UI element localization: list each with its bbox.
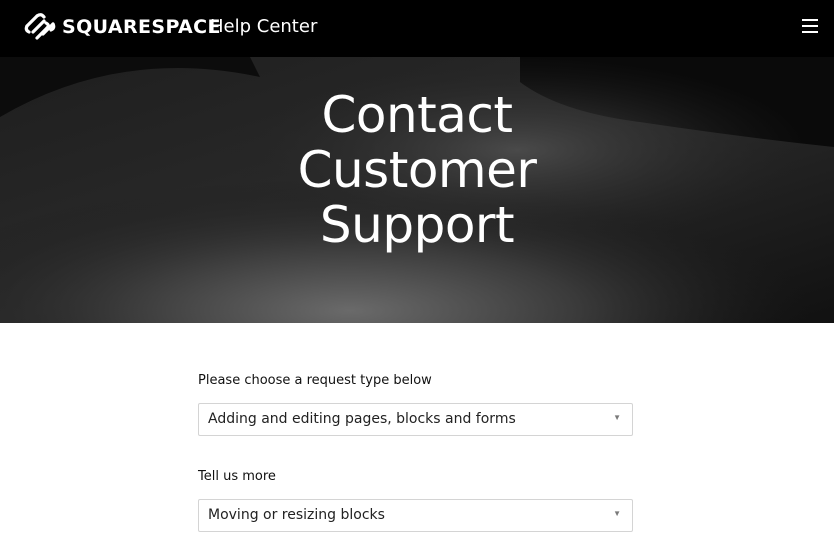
hero-banner: Contact Customer Support [0,57,834,323]
request-type-select[interactable]: Adding and editing pages, blocks and for… [198,403,633,436]
menu-line [802,19,818,21]
top-navigation-bar: SQUARESPACE Help Center [0,0,834,57]
help-center-title[interactable]: Help Center [210,16,317,38]
menu-line [802,25,818,27]
request-type-label: Please choose a request type below [198,373,432,388]
request-type-value: Adding and editing pages, blocks and for… [208,411,516,427]
brand-name[interactable]: SQUARESPACE [62,16,221,38]
tell-us-more-label: Tell us more [198,469,276,484]
hamburger-menu-icon[interactable] [802,19,818,35]
tell-us-more-value: Moving or resizing blocks [208,507,385,523]
title-line: Contact [321,86,513,144]
title-line: Customer [297,141,537,199]
menu-line [802,31,818,33]
dropdown-arrow-icon: ▼ [613,413,621,422]
title-line: Support [319,196,515,254]
tell-us-more-select[interactable]: Moving or resizing blocks ▼ [198,499,633,532]
squarespace-logo-icon[interactable] [24,13,56,41]
page-title: Contact Customer Support [0,88,834,253]
dropdown-arrow-icon: ▼ [613,509,621,518]
